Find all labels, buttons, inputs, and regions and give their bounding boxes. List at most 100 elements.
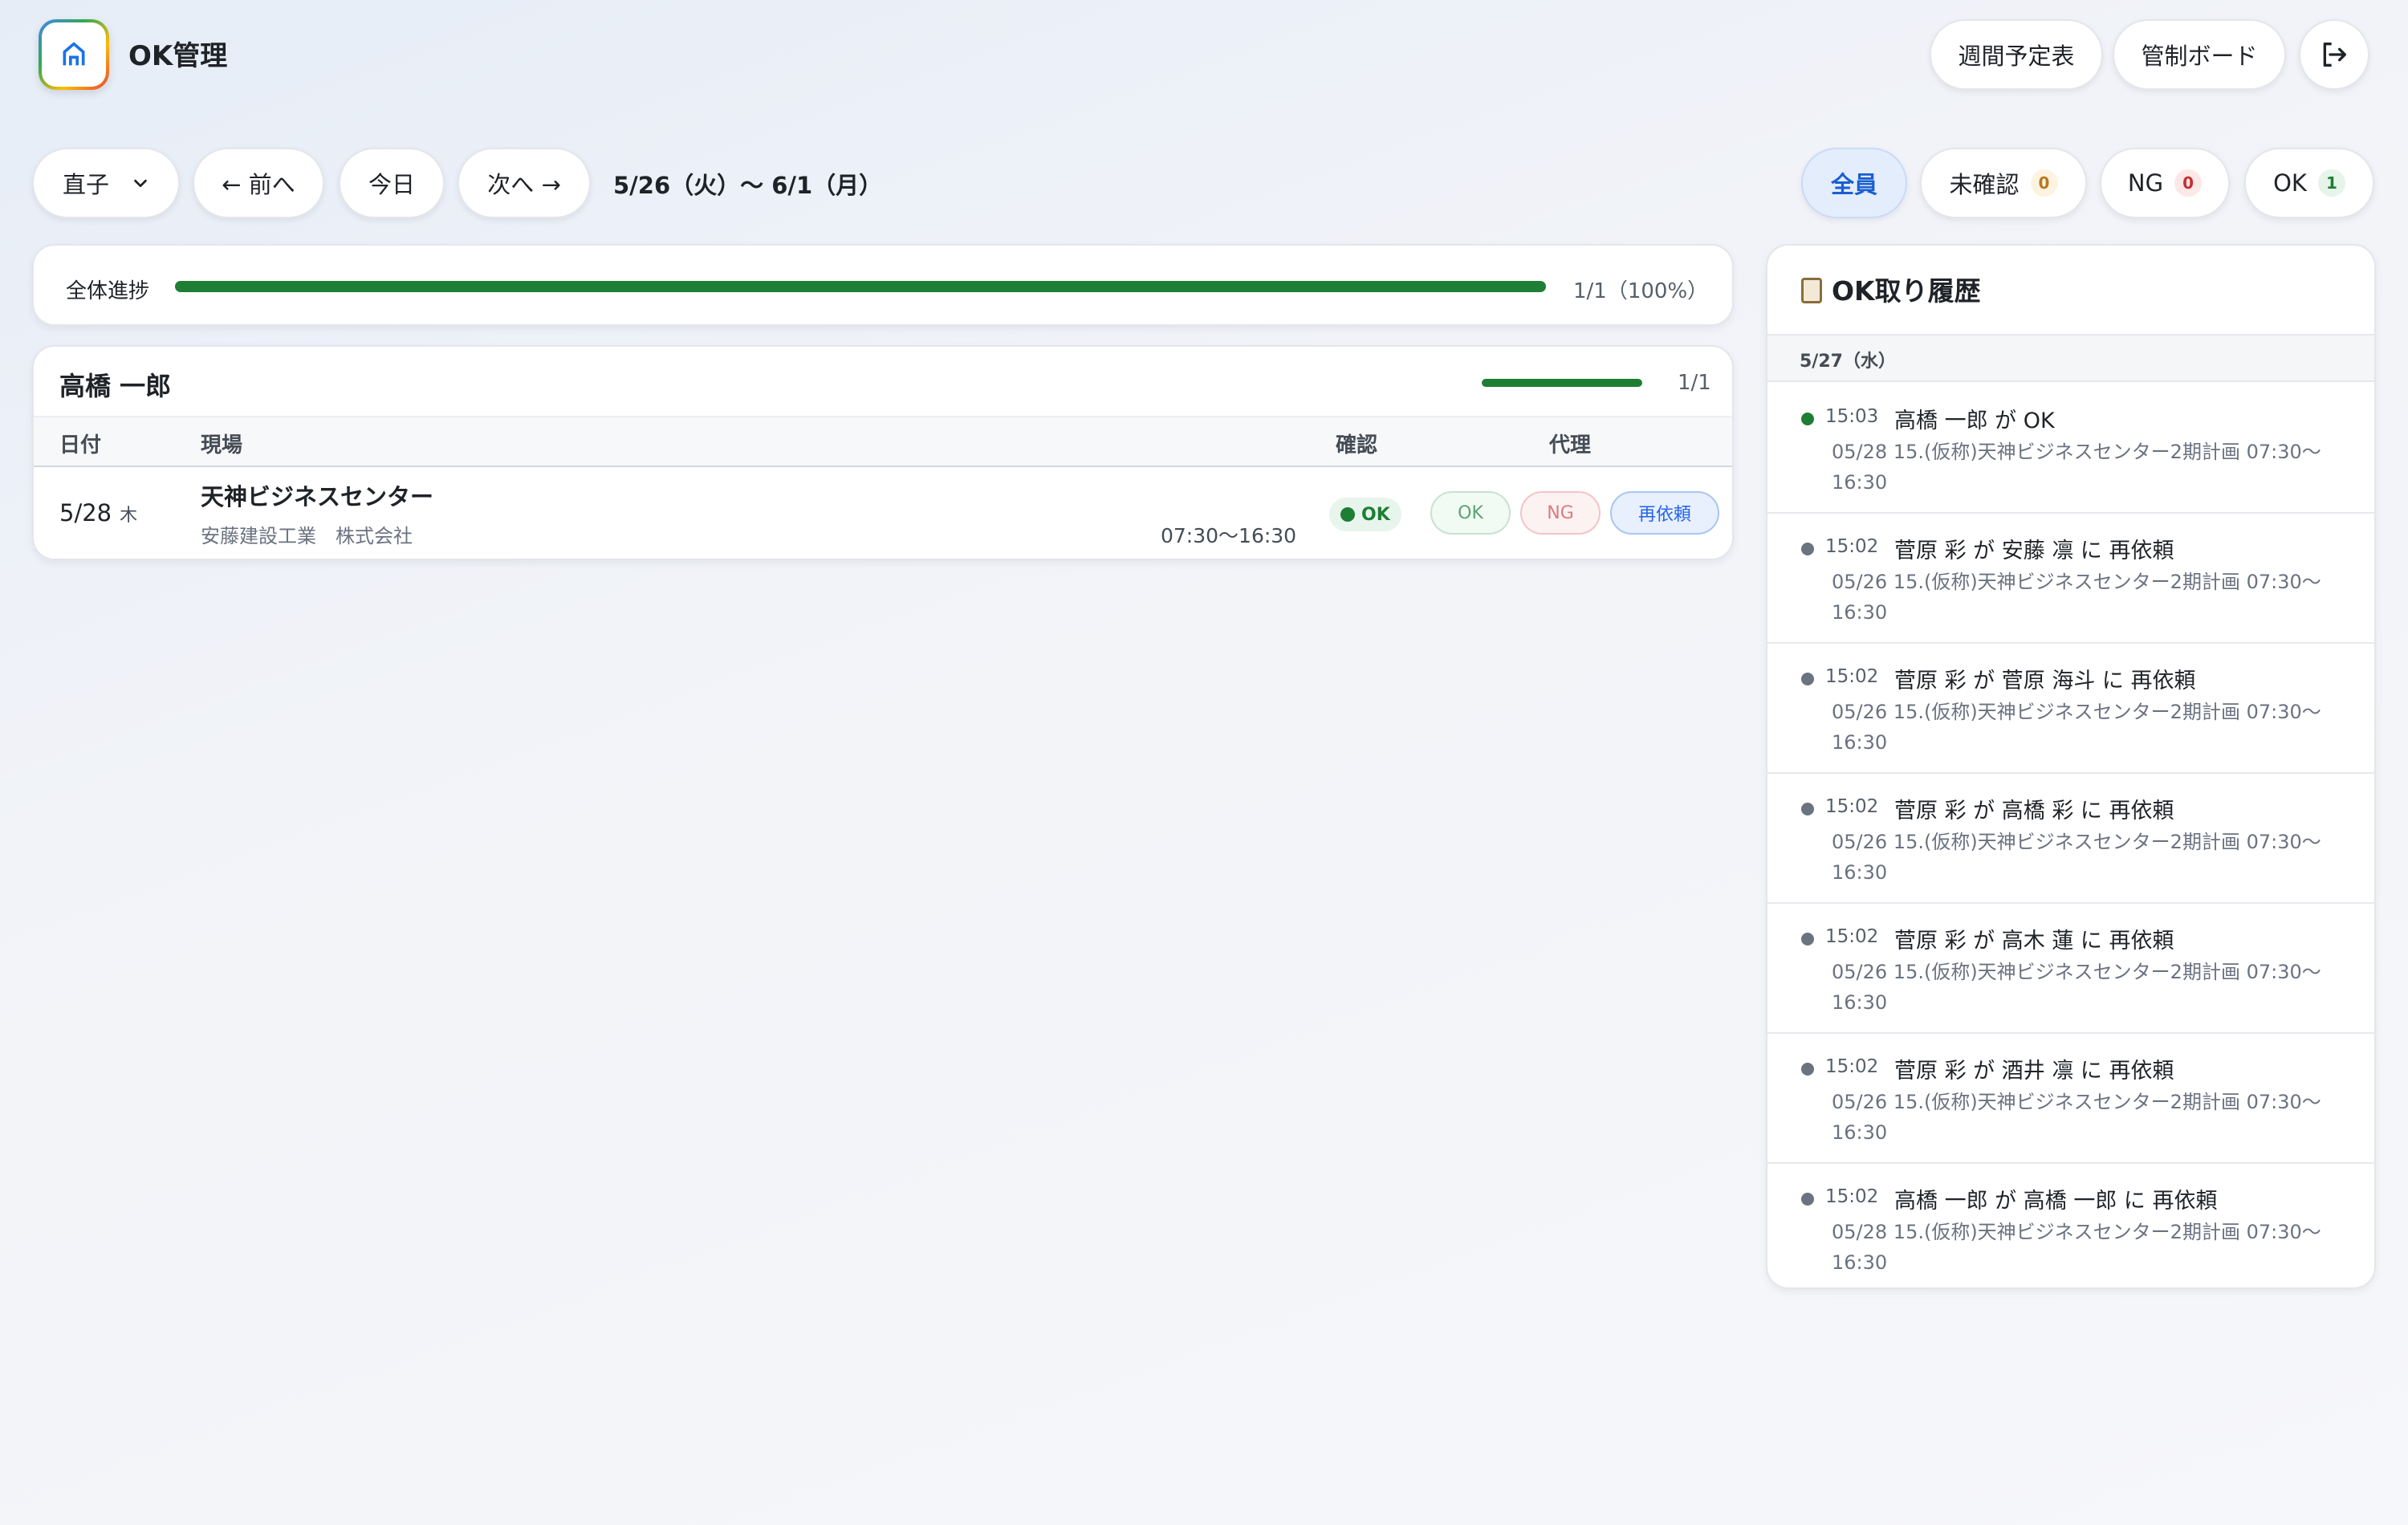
person-progress-fill xyxy=(1482,379,1642,387)
history-time: 15:02 xyxy=(1825,536,1879,557)
history-text: 菅原 彩 が 菅原 海斗 に 再依頼 xyxy=(1894,669,2196,693)
status-dot xyxy=(1801,673,1814,685)
history-text: 菅原 彩 が 安藤 凛 に 再依頼 xyxy=(1894,539,2174,563)
filter-all[interactable]: 全員 xyxy=(1801,148,1907,218)
filter-unconfirmed-label: 未確認 xyxy=(1949,171,2020,198)
column-site: 現場 xyxy=(201,433,243,458)
history-item[interactable]: 15:02 菅原 彩 が 高橋 彩 に 再依頼 05/26 15.(仮称)天神ビジネ… xyxy=(1767,774,2374,904)
column-proxy: 代理 xyxy=(1549,433,1592,458)
history-title-label: OK取り履歴 xyxy=(1832,275,1981,307)
status-dot xyxy=(1801,933,1814,946)
row-site-name: 天神ビジネスセンター xyxy=(201,483,434,510)
history-text: 高橋 一郎 が 高橋 一郎 に 再依頼 xyxy=(1894,1189,2218,1214)
home-icon xyxy=(63,42,85,66)
history-detail: 05/28 15.(仮称)天神ビジネスセンター2期計画 07:30〜16:30 xyxy=(1832,441,2321,494)
overall-progress-label: 全体進捗 xyxy=(66,279,150,303)
history-item[interactable]: 15:03 高橋 一郎 が OK 05/28 15.(仮称)天神ビジネスセンター2期… xyxy=(1767,384,2374,514)
history-time: 15:02 xyxy=(1825,926,1879,947)
proxy-ok-button[interactable]: OK xyxy=(1430,491,1511,535)
person-progress-count: 1/1 xyxy=(1678,371,1711,395)
next-week-label: 次へ → xyxy=(487,171,561,198)
history-time: 15:03 xyxy=(1825,406,1879,427)
history-item[interactable]: 15:02 菅原 彩 が 高木 蓮 に 再依頼 05/26 15.(仮称)天神ビジネ… xyxy=(1767,904,2374,1034)
history-text: 菅原 彩 が 酒井 凛 に 再依頼 xyxy=(1894,1059,2174,1084)
person-progress-bar xyxy=(1482,379,1642,387)
status-dot xyxy=(1801,1063,1814,1076)
status-label: OK xyxy=(1361,504,1390,525)
filter-all-label: 全員 xyxy=(1830,171,1877,198)
history-detail: 05/26 15.(仮称)天神ビジネスセンター2期計画 07:30〜16:30 xyxy=(1832,571,2321,624)
person-card: 高橋 一郎 1/1 日付 現場 確認 代理 5/28 木 天神ビジネスセンター 安… xyxy=(32,345,1734,560)
user-select[interactable]: 直子 xyxy=(32,148,180,218)
app-title: OK管理 xyxy=(128,40,228,72)
person-name: 高橋 一郎 xyxy=(59,371,172,401)
prev-week-label: ← 前へ xyxy=(222,171,295,198)
row-time: 07:30〜16:30 xyxy=(1161,524,1297,547)
proxy-rerequest-button[interactable]: 再依頼 xyxy=(1610,491,1719,535)
filter-ng-label: NG xyxy=(2127,169,2164,197)
history-time: 15:02 xyxy=(1825,666,1879,687)
history-time: 15:02 xyxy=(1825,1186,1879,1207)
next-week-button[interactable]: 次へ → xyxy=(458,148,591,218)
app-logo[interactable] xyxy=(39,19,109,90)
history-text: 高橋 一郎 が OK xyxy=(1894,409,2055,433)
logout-button[interactable] xyxy=(2299,19,2369,90)
proxy-ng-button[interactable]: NG xyxy=(1520,491,1601,535)
control-board-label: 管制ボード xyxy=(2141,43,2258,70)
status-badge: OK xyxy=(1329,498,1401,531)
logout-icon xyxy=(2323,43,2346,67)
history-item[interactable]: 15:02 菅原 彩 が 酒井 凛 に 再依頼 05/26 15.(仮称)天神ビジネ… xyxy=(1767,1034,2374,1164)
date-range: 5/26（火）〜 6/1（月） xyxy=(613,172,883,199)
column-date: 日付 xyxy=(59,433,102,458)
history-title: OK取り履歴 xyxy=(1801,270,1981,308)
history-panel: OK取り履歴 5/27（水） 15:03 高橋 一郎 が OK 05/28 15.(… xyxy=(1766,244,2376,1289)
status-dot xyxy=(1801,1193,1814,1206)
weekly-schedule-button[interactable]: 週間予定表 xyxy=(1930,19,2103,90)
clipboard-icon xyxy=(1801,278,1822,303)
table-header: 日付 現場 確認 代理 xyxy=(34,416,1732,467)
history-time: 15:02 xyxy=(1825,796,1879,817)
column-confirm: 確認 xyxy=(1336,433,1378,458)
row-company: 安藤建設工業 株式会社 xyxy=(201,525,413,547)
history-date-label: 5/27（水） xyxy=(1800,352,1896,372)
ok-count-badge: 1 xyxy=(2317,169,2345,197)
history-text: 菅原 彩 が 高橋 彩 に 再依頼 xyxy=(1894,799,2174,824)
history-item[interactable]: 15:02 菅原 彩 が 菅原 海斗 に 再依頼 05/26 15.(仮称)天神ビジ… xyxy=(1767,644,2374,774)
history-time: 15:02 xyxy=(1825,1056,1879,1077)
today-label: 今日 xyxy=(368,171,415,198)
history-text: 菅原 彩 が 高木 蓮 に 再依頼 xyxy=(1894,929,2174,954)
history-item[interactable]: 15:02 高橋 一郎 が 高橋 一郎 に 再依頼 05/28 15.(仮称)天神ビ… xyxy=(1767,1164,2374,1287)
row-date: 5/28 木 xyxy=(59,499,137,527)
prev-week-button[interactable]: ← 前へ xyxy=(193,148,324,218)
status-dot xyxy=(1801,803,1814,815)
weekly-schedule-label: 週間予定表 xyxy=(1958,43,2075,70)
app-header: OK管理 週間予定表 管制ボード xyxy=(0,0,2408,112)
history-detail: 05/26 15.(仮称)天神ビジネスセンター2期計画 07:30〜16:30 xyxy=(1832,961,2321,1014)
status-dot xyxy=(1340,507,1355,522)
chevron-down-icon xyxy=(134,179,147,188)
overall-progress-text: 1/1（100%） xyxy=(1573,279,1709,303)
overall-progress-card: 全体進捗 1/1（100%） xyxy=(32,244,1734,326)
ng-count-badge: 0 xyxy=(2174,169,2203,197)
filter-ok[interactable]: OK 1 xyxy=(2244,148,2374,218)
filter-ok-label: OK xyxy=(2273,169,2307,197)
today-button[interactable]: 今日 xyxy=(339,148,445,218)
overall-progress-bar xyxy=(175,281,1546,292)
row-date-value: 5/28 xyxy=(59,499,112,527)
history-detail: 05/26 15.(仮称)天神ビジネスセンター2期計画 07:30〜16:30 xyxy=(1832,831,2321,884)
status-dot xyxy=(1801,543,1814,555)
history-detail: 05/28 15.(仮称)天神ビジネスセンター2期計画 07:30〜16:30 xyxy=(1832,1221,2321,1274)
overall-progress-fill xyxy=(175,281,1546,292)
control-board-button[interactable]: 管制ボード xyxy=(2113,19,2286,90)
table-row[interactable]: 5/28 木 天神ビジネスセンター 安藤建設工業 株式会社 07:30〜16:30… xyxy=(34,467,1732,559)
history-date-group: 5/27（水） xyxy=(1767,334,2374,382)
history-detail: 05/26 15.(仮称)天神ビジネスセンター2期計画 07:30〜16:30 xyxy=(1832,701,2321,754)
user-select-value: 直子 xyxy=(63,171,110,198)
status-dot xyxy=(1801,413,1814,425)
row-weekday: 木 xyxy=(120,506,138,526)
filter-unconfirmed[interactable]: 未確認 0 xyxy=(1920,148,2087,218)
unconfirmed-count-badge: 0 xyxy=(2030,169,2058,197)
filter-ng[interactable]: NG 0 xyxy=(2100,148,2230,218)
history-item[interactable]: 15:02 菅原 彩 が 安藤 凛 に 再依頼 05/26 15.(仮称)天神ビジネ… xyxy=(1767,514,2374,644)
history-detail: 05/26 15.(仮称)天神ビジネスセンター2期計画 07:30〜16:30 xyxy=(1832,1091,2321,1144)
